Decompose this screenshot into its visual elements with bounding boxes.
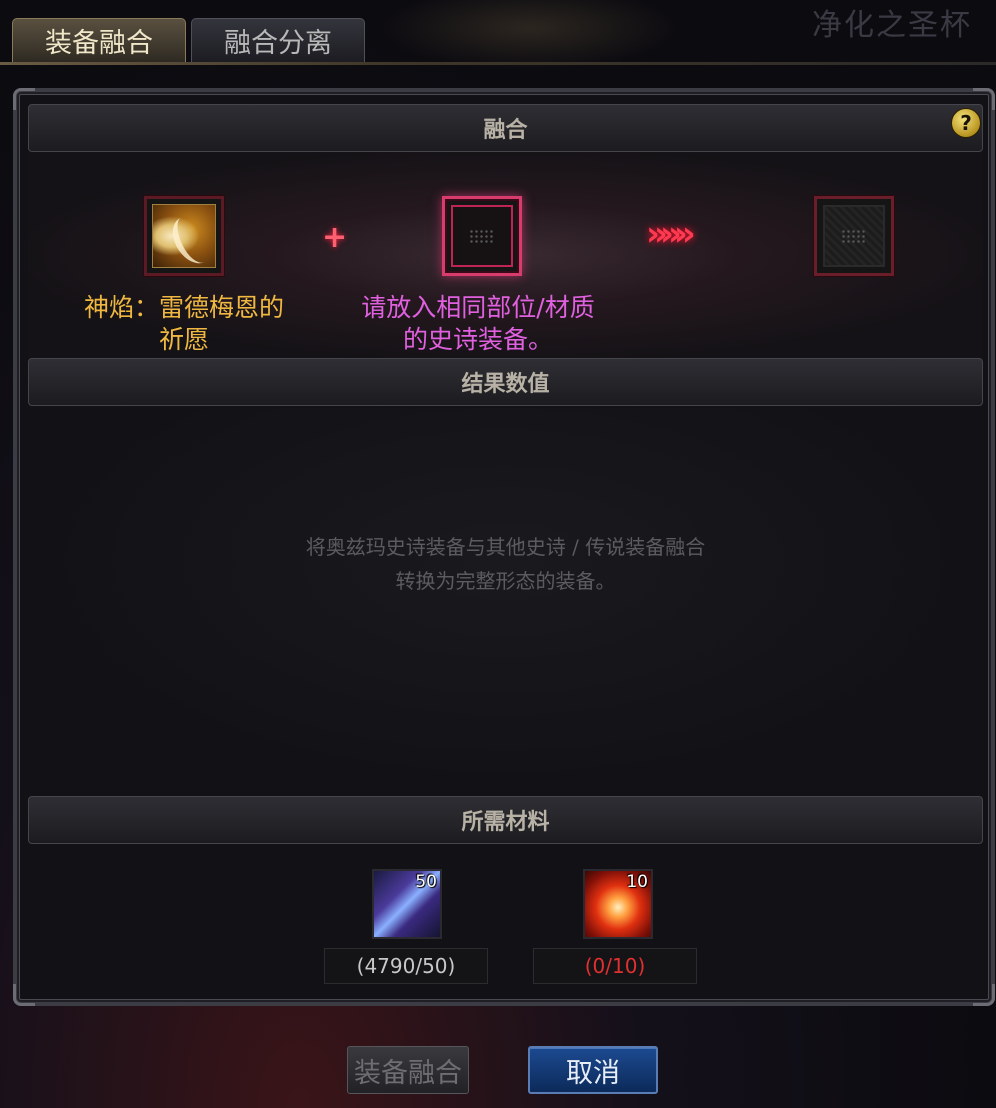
empty-slot-dots: [469, 229, 495, 243]
materials-header: 所需材料: [28, 796, 983, 844]
tab-divider: [0, 62, 996, 65]
material-quantity: (0/10): [533, 948, 697, 984]
result-desc-line2: 转换为完整形态的装备。: [395, 569, 616, 593]
material-quantity: (4790/50): [324, 948, 488, 984]
place-hint-line2: 的史诗装备。: [402, 325, 553, 354]
result-desc-line1: 将奥兹玛史诗装备与其他史诗 / 传说装备融合: [305, 535, 706, 559]
result-description: 将奥兹玛史诗装备与其他史诗 / 传说装备融合 转换为完整形态的装备。: [28, 530, 983, 598]
place-hint-line1: 请放入相同部位/材质: [361, 293, 595, 322]
background-art: [380, 0, 680, 70]
panel-corner: [973, 984, 995, 1006]
help-icon[interactable]: ?: [951, 108, 981, 138]
material-count: 50: [415, 872, 437, 892]
triple-arrow-icon: »»»: [646, 214, 696, 254]
material-item-slot[interactable]: [442, 196, 522, 276]
fusion-header-label: 融合: [483, 117, 528, 143]
tab-equipment-fusion[interactable]: 装备融合: [12, 18, 186, 62]
source-item-slot[interactable]: [144, 196, 224, 276]
material-count: 10: [626, 872, 648, 892]
crystal-material-icon[interactable]: 50: [372, 869, 442, 939]
materials-header-label: 所需材料: [461, 809, 550, 835]
panel-corner: [13, 984, 35, 1006]
fuse-button[interactable]: 装备融合: [347, 1046, 469, 1094]
place-item-hint: 请放入相同部位/材质 的史诗装备。: [328, 292, 628, 356]
item-name-line1: 神焰：雷德梅恩的: [83, 293, 284, 322]
empty-slot-inner: [823, 205, 885, 267]
tab-fusion-separation[interactable]: 融合分离: [191, 18, 365, 62]
cancel-button[interactable]: 取消: [528, 1046, 658, 1094]
plus-icon: +: [322, 220, 348, 255]
fusion-panel: 融合 ? + »»» 神焰：雷德梅恩的 祈愿 请放入相同部位/材质 的史诗装备。…: [13, 88, 995, 1006]
source-item-name: 神焰：雷德梅恩的 祈愿: [48, 292, 320, 356]
fire-orb-material-icon[interactable]: 10: [583, 869, 653, 939]
background-title: 净化之圣杯: [812, 8, 972, 43]
fusion-area: + »»» 神焰：雷德梅恩的 祈愿 请放入相同部位/材质 的史诗装备。: [28, 152, 983, 358]
item-name-line2: 祈愿: [158, 325, 209, 354]
empty-slot-inner: [451, 205, 513, 267]
result-header: 结果数值: [28, 358, 983, 406]
result-header-label: 结果数值: [461, 371, 550, 397]
fusion-header: 融合: [28, 104, 983, 152]
empty-slot-dots: [841, 229, 867, 243]
result-item-slot: [814, 196, 894, 276]
epic-item-icon: [152, 204, 216, 268]
result-area: 将奥兹玛史诗装备与其他史诗 / 传说装备融合 转换为完整形态的装备。: [28, 408, 983, 792]
